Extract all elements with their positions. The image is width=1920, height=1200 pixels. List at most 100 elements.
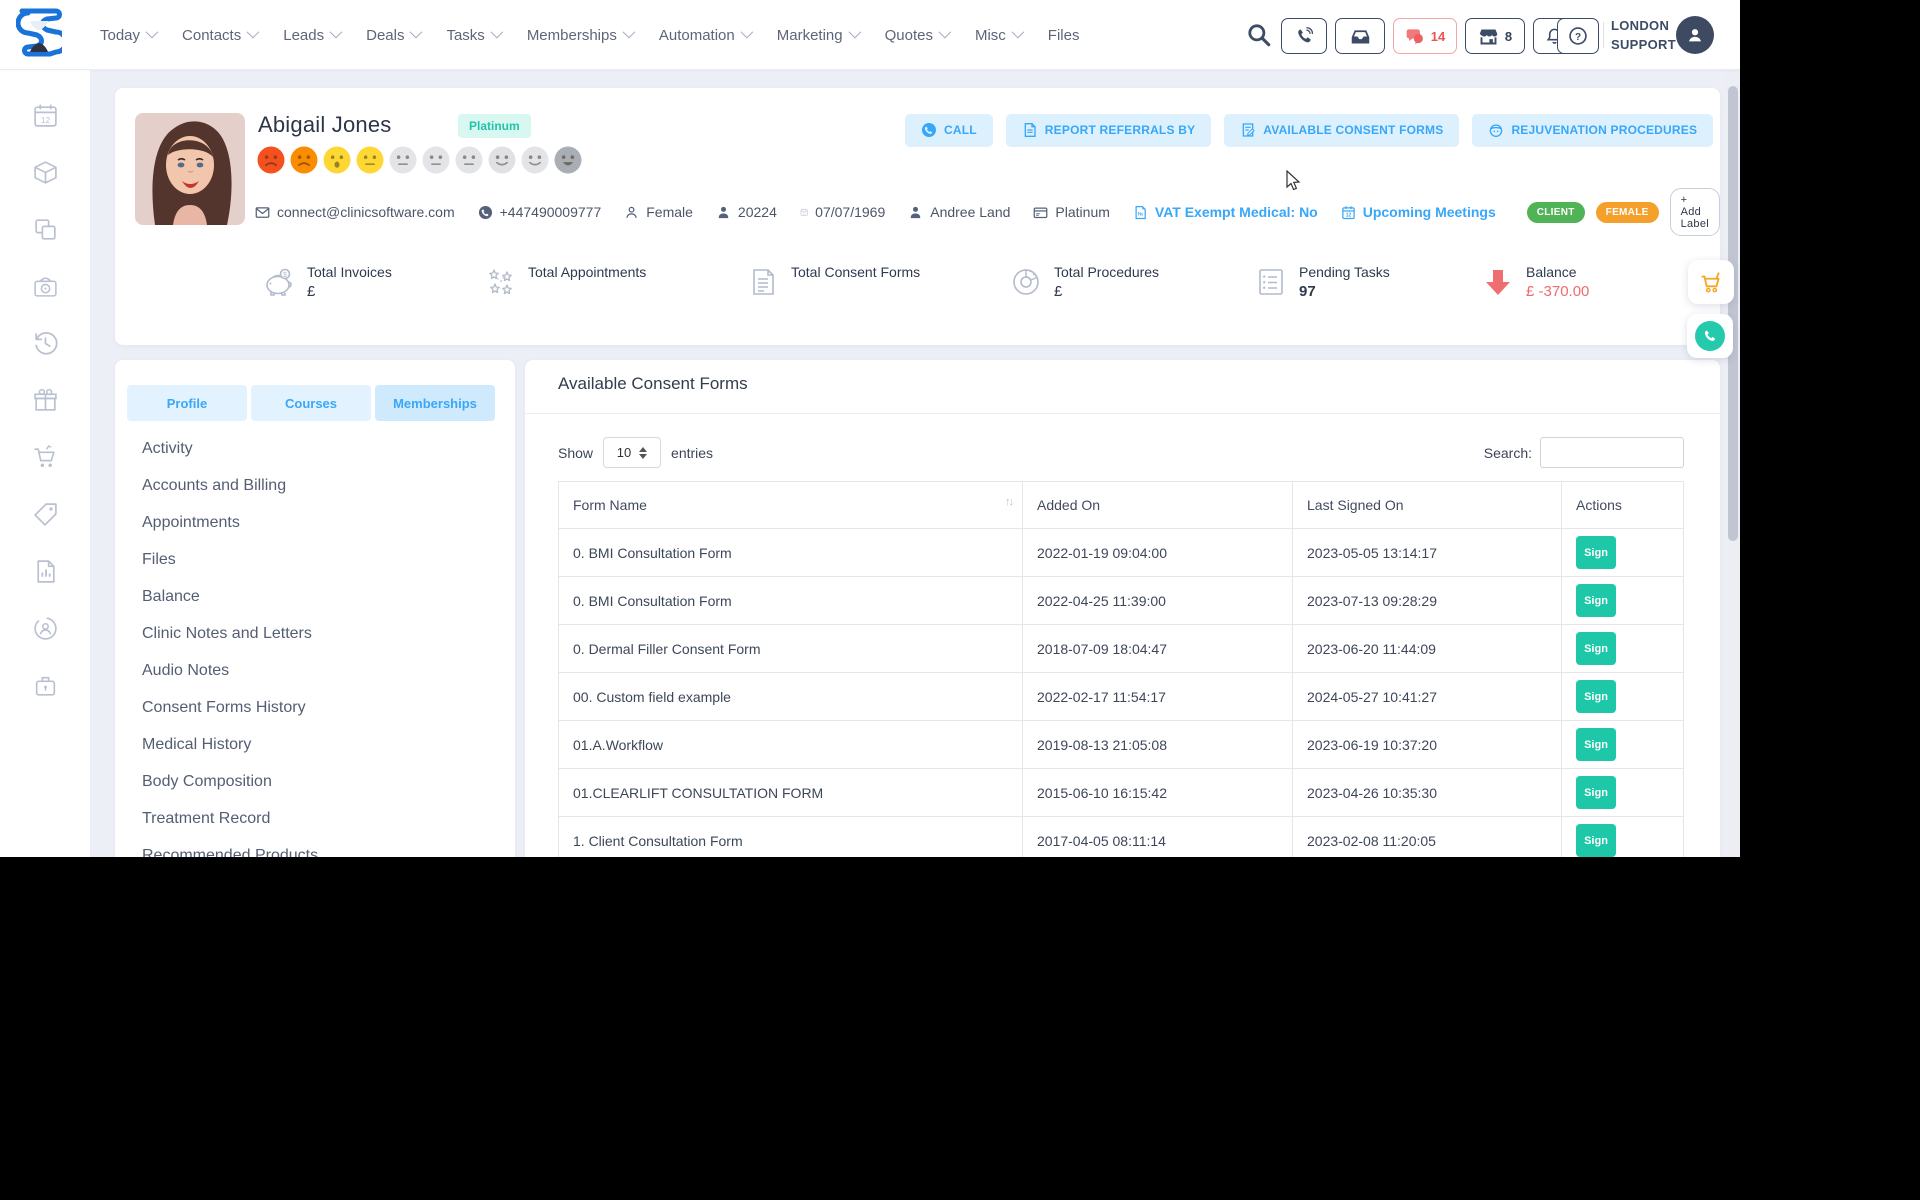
svg-text:12: 12 — [40, 115, 50, 125]
table-row: 1. Client Consultation Form 2017-04-05 0… — [559, 817, 1683, 857]
client-photo[interactable] — [135, 113, 245, 225]
col-last-signed[interactable]: Last Signed On — [1293, 482, 1562, 528]
mood-emoji-row — [257, 146, 582, 179]
col-added-on[interactable]: Added On — [1023, 482, 1293, 528]
page-size-select[interactable]: 10 — [603, 437, 661, 468]
gift-icon[interactable] — [32, 387, 59, 414]
sign-button[interactable]: Sign — [1576, 776, 1616, 809]
help-button[interactable]: ? — [1557, 18, 1599, 54]
add-label-button[interactable]: + Add Label — [1670, 188, 1720, 236]
menu-item-body-composition[interactable]: Body Composition — [142, 763, 492, 800]
user-avatar[interactable] — [1676, 16, 1714, 54]
store-button[interactable]: 8 — [1465, 18, 1525, 54]
sign-button[interactable]: Sign — [1576, 680, 1616, 713]
mood-emoji-7[interactable] — [455, 146, 483, 179]
nav-item-contacts[interactable]: Contacts — [182, 27, 256, 44]
search-input[interactable] — [1540, 437, 1684, 468]
report-chart-icon[interactable] — [32, 558, 59, 585]
nav-item-today[interactable]: Today — [100, 27, 155, 44]
whatsapp-float-button[interactable] — [1687, 314, 1733, 358]
nav-item-automation[interactable]: Automation — [659, 27, 750, 44]
call-button[interactable]: CALL — [905, 114, 993, 147]
menu-item-appointments[interactable]: Appointments — [142, 504, 492, 541]
tab-profile[interactable]: Profile — [127, 385, 247, 421]
sign-button[interactable]: Sign — [1576, 584, 1616, 617]
menu-item-consent-forms-history[interactable]: Consent Forms History — [142, 689, 492, 726]
tab-courses[interactable]: Courses — [251, 385, 371, 421]
menu-item-balance[interactable]: Balance — [142, 578, 492, 615]
cell-actions: Sign — [1562, 721, 1685, 768]
search-label: Search: — [1484, 445, 1532, 461]
calendar-icon[interactable]: 12 — [32, 102, 59, 129]
svg-text:$: $ — [283, 272, 287, 279]
sign-button[interactable]: Sign — [1576, 632, 1616, 665]
mood-emoji-5[interactable] — [389, 146, 417, 179]
report-referrals-by-button[interactable]: REPORT REFERRALS BY — [1006, 114, 1211, 147]
contact-female: Female — [624, 204, 693, 220]
contact-upcoming-meetings[interactable]: 12 Upcoming Meetings — [1341, 204, 1496, 220]
mood-emoji-6[interactable] — [422, 146, 450, 179]
lock-case-icon[interactable] — [32, 672, 59, 699]
phone-ring-icon — [1295, 27, 1314, 46]
rejuvenation-procedures-button[interactable]: REJUVENATION PROCEDURES — [1472, 114, 1713, 147]
history-icon[interactable] — [32, 330, 59, 357]
cell-form-name: 0. Dermal Filler Consent Form — [559, 625, 1023, 672]
nav-item-memberships[interactable]: Memberships — [527, 27, 632, 44]
nav-item-files[interactable]: Files — [1048, 27, 1080, 44]
sort-icon[interactable]: ↑↓ — [1005, 496, 1012, 508]
messages-count-badge: 14 — [1431, 29, 1445, 44]
menu-item-activity[interactable]: Activity — [142, 430, 492, 467]
svg-text:?: ? — [1575, 32, 1581, 43]
layers-icon[interactable] — [32, 216, 59, 243]
nav-item-quotes[interactable]: Quotes — [885, 27, 948, 44]
mood-emoji-10[interactable] — [554, 146, 582, 179]
available-consent-forms-button[interactable]: AVAILABLE CONSENT FORMS — [1224, 114, 1459, 147]
menu-item-audio-notes[interactable]: Audio Notes — [142, 652, 492, 689]
label-pill-client[interactable]: CLIENT — [1527, 202, 1585, 223]
menu-item-clinic-notes-and-letters[interactable]: Clinic Notes and Letters — [142, 615, 492, 652]
menu-item-accounts-and-billing[interactable]: Accounts and Billing — [142, 467, 492, 504]
nav-item-misc[interactable]: Misc — [975, 27, 1021, 44]
cell-form-name: 1. Client Consultation Form — [559, 817, 1023, 857]
label-pill-female[interactable]: FEMALE — [1596, 202, 1659, 223]
scrollbar-thumb[interactable] — [1728, 86, 1738, 541]
package-icon[interactable] — [32, 159, 59, 186]
menu-item-medical-history[interactable]: Medical History — [142, 726, 492, 763]
camera-bag-icon[interactable] — [32, 273, 59, 300]
messages-button[interactable]: 14 — [1393, 18, 1457, 54]
nav-item-tasks[interactable]: Tasks — [446, 27, 499, 44]
sign-button[interactable]: Sign — [1576, 536, 1616, 569]
mood-emoji-2[interactable] — [290, 146, 318, 179]
nav-item-deals[interactable]: Deals — [366, 27, 419, 44]
search-icon[interactable] — [1246, 22, 1272, 48]
page-scrollbar[interactable] — [1726, 70, 1740, 857]
tag-icon[interactable] — [32, 501, 59, 528]
menu-item-treatment-record[interactable]: Treatment Record — [142, 800, 492, 837]
sign-button[interactable]: Sign — [1576, 824, 1616, 857]
tab-memberships[interactable]: Memberships — [375, 385, 495, 421]
sign-button[interactable]: Sign — [1576, 728, 1616, 761]
inbox-button[interactable] — [1335, 18, 1385, 54]
clinicsoftware-logo[interactable] — [16, 7, 62, 63]
mood-emoji-8[interactable] — [488, 146, 516, 179]
mood-emoji-4[interactable] — [356, 146, 384, 179]
table-body: 0. BMI Consultation Form 2022-01-19 09:0… — [559, 529, 1683, 857]
col-actions: Actions — [1562, 482, 1685, 528]
show-label: Show — [558, 445, 593, 461]
col-form-name[interactable]: Form Name↑↓ — [559, 482, 1023, 528]
dialer-button[interactable] — [1281, 18, 1327, 54]
table-header-row: Form Name↑↓ Added On Last Signed On Acti… — [559, 482, 1683, 529]
entries-label: entries — [671, 445, 713, 461]
nav-item-marketing[interactable]: Marketing — [777, 27, 858, 44]
nav-item-leads[interactable]: Leads — [283, 27, 339, 44]
mood-emoji-1[interactable] — [257, 146, 285, 179]
cart-icon[interactable] — [32, 444, 59, 471]
mood-emoji-9[interactable] — [521, 146, 549, 179]
account-sync-icon[interactable] — [32, 615, 59, 642]
menu-item-files[interactable]: Files — [142, 541, 492, 578]
contact-vat-exempt-medical-no[interactable]: № VAT Exempt Medical: No — [1133, 204, 1318, 220]
mood-emoji-3[interactable] — [323, 146, 351, 179]
cart-float-button[interactable] — [1688, 260, 1734, 304]
bust-icon — [716, 205, 731, 220]
menu-item-recommended-products[interactable]: Recommended Products — [142, 837, 492, 857]
